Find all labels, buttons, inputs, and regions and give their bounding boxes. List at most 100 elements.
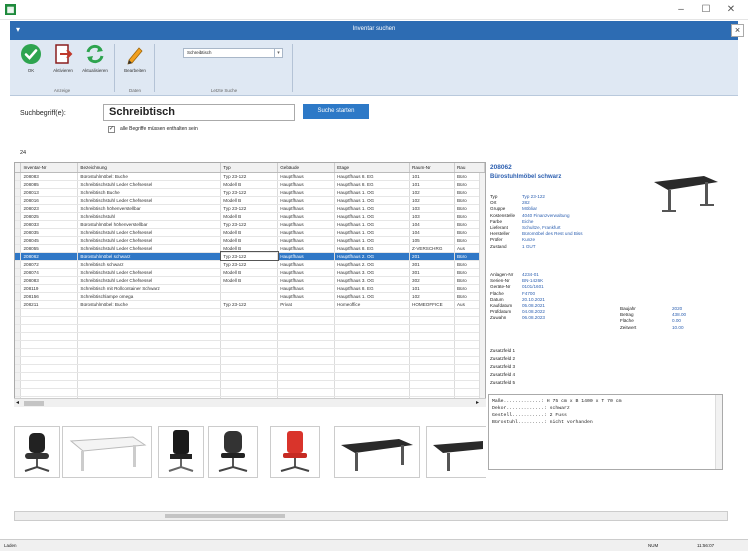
table-cell[interactable]: 208045 xyxy=(20,236,79,245)
table-cell[interactable] xyxy=(20,308,79,317)
table-cell[interactable]: Hauptfhaus 3. OG xyxy=(334,276,411,285)
minimize-button[interactable]: – xyxy=(672,2,690,18)
table-cell[interactable]: Typ 23-122 xyxy=(219,251,279,261)
table-cell[interactable] xyxy=(20,364,79,373)
table-cell[interactable]: 105 xyxy=(409,236,455,245)
table-cell[interactable] xyxy=(220,284,279,293)
table-cell[interactable] xyxy=(409,380,455,389)
table-cell[interactable]: 302 xyxy=(409,276,455,285)
table-cell[interactable] xyxy=(334,316,411,325)
activate-button[interactable]: Aktivieren xyxy=(48,43,78,83)
table-cell[interactable]: Typ 23-122 xyxy=(220,204,279,213)
table-cell[interactable]: Schreibtischstuhl Leder Chefsessel xyxy=(77,236,222,245)
table-cell[interactable]: Hauptfhaus xyxy=(277,244,336,253)
table-cell[interactable] xyxy=(277,308,336,317)
table-row-empty[interactable] xyxy=(15,340,485,349)
column-header[interactable]: Bezeichnung xyxy=(77,163,222,173)
table-cell[interactable]: 208083 xyxy=(20,172,79,181)
table-cell[interactable]: Bürostuhlmöbel: Buche xyxy=(77,172,222,181)
table-row-empty[interactable] xyxy=(15,364,485,373)
table-cell[interactable]: Hauptfhaus xyxy=(277,212,336,221)
table-cell[interactable]: 208023 xyxy=(20,204,79,213)
column-header[interactable]: Inventar-Nr xyxy=(20,163,79,173)
table-cell[interactable] xyxy=(20,316,79,325)
table-cell[interactable] xyxy=(20,348,79,357)
edit-button[interactable]: Bearbeiten xyxy=(120,43,150,83)
table-cell[interactable]: Hauptfhaus 3. OG xyxy=(334,268,411,277)
table-cell[interactable] xyxy=(220,380,279,389)
table-cell[interactable]: Schreibtischstuhl Leder Chefsessel xyxy=(77,244,222,253)
table-cell[interactable] xyxy=(409,324,455,333)
table-cell[interactable] xyxy=(20,388,79,397)
table-row[interactable]: 208055 Schreibtischstuhl Leder Chefsessel… xyxy=(15,244,485,253)
table-cell[interactable]: Modell B xyxy=(220,228,279,237)
table-cell[interactable] xyxy=(277,324,336,333)
refresh-button[interactable]: Aktualisieren xyxy=(80,43,110,83)
table-cell[interactable] xyxy=(277,316,336,325)
table-cell[interactable] xyxy=(220,316,279,325)
table-cell[interactable]: Bürostuhlmöbel höhenverstellbar xyxy=(77,220,222,229)
table-cell[interactable] xyxy=(77,340,222,349)
table-cell[interactable]: Typ 23-122 xyxy=(220,220,279,229)
thumbnail-executive-chair[interactable] xyxy=(158,426,204,478)
table-cell[interactable]: Hauptfhaus xyxy=(277,284,336,293)
search-input[interactable]: Schreibtisch xyxy=(103,104,295,121)
table-row[interactable]: 208074 Schreibtischstuhl Leder Chefsessel… xyxy=(15,268,485,277)
table-cell[interactable]: Schreibtisch schwarz xyxy=(77,260,222,269)
table-cell[interactable]: Hauptfhaus 1. OG xyxy=(334,204,411,213)
table-cell[interactable]: Schreibtischstuhl Leder Chefsessel xyxy=(77,228,222,237)
table-cell[interactable]: Hauptfhaus xyxy=(277,196,336,205)
table-cell[interactable]: Schreibtisch mit Rollcontainer Schwarz xyxy=(77,284,222,293)
table-cell[interactable] xyxy=(334,356,411,365)
chevron-down-icon[interactable]: ▾ xyxy=(274,49,282,57)
table-row[interactable]: 208085 Schreibtischstuhl Leder Chefsessel… xyxy=(15,180,485,189)
table-cell[interactable]: 208156 xyxy=(20,292,79,301)
table-cell[interactable] xyxy=(409,316,455,325)
table-cell[interactable] xyxy=(334,372,411,381)
table-cell[interactable]: 103 xyxy=(409,204,455,213)
dialog-close-button[interactable]: × xyxy=(731,24,744,37)
table-row-empty[interactable] xyxy=(15,308,485,317)
table-cell[interactable]: Typ 23-122 xyxy=(220,260,279,269)
table-cell[interactable] xyxy=(409,340,455,349)
table-cell[interactable]: Hauptfhaus xyxy=(277,180,336,189)
table-cell[interactable]: Hauptfhaus xyxy=(277,188,336,197)
table-cell[interactable]: 208016 xyxy=(20,196,79,205)
thumbnail-office-chair[interactable] xyxy=(14,426,60,478)
table-row-empty[interactable] xyxy=(15,348,485,357)
table-cell[interactable] xyxy=(409,308,455,317)
table-cell[interactable] xyxy=(409,364,455,373)
results-table[interactable]: Inventar-Nr Bezeichnung Typ Gebäude Etage Rau… xyxy=(14,162,486,407)
table-vertical-scrollbar[interactable] xyxy=(479,173,485,398)
table-cell[interactable]: Bürostuhlmöbel: Buche xyxy=(77,300,222,309)
table-cell[interactable]: 208035 xyxy=(20,228,79,237)
table-cell[interactable]: 201 xyxy=(409,252,455,261)
search-start-button[interactable]: Suche starten xyxy=(303,104,369,119)
table-cell[interactable] xyxy=(220,372,279,381)
table-cell[interactable] xyxy=(77,372,222,381)
table-cell[interactable]: Modell B xyxy=(220,196,279,205)
column-header[interactable]: Etage xyxy=(334,163,411,173)
table-row[interactable]: 208023 Schreibtisch höhenverstellbar Typ 2… xyxy=(15,204,485,213)
table-cell[interactable]: 208072 xyxy=(20,260,79,269)
table-cell[interactable]: Hauptfhaus 8. EG xyxy=(334,180,411,189)
ok-button[interactable]: OK xyxy=(16,43,46,83)
table-cell[interactable] xyxy=(20,356,79,365)
table-cell[interactable]: Hauptfhaus 1. OG xyxy=(334,236,411,245)
table-cell[interactable]: 208074 xyxy=(20,268,79,277)
table-cell[interactable]: 208119 xyxy=(20,284,79,293)
table-cell[interactable]: Hauptfhaus 8. EG xyxy=(334,172,411,181)
table-cell[interactable]: Hauptfhaus 2. OG xyxy=(334,260,411,269)
table-cell[interactable]: 103 xyxy=(409,212,455,221)
table-cell[interactable]: 208013 xyxy=(20,188,79,197)
table-row[interactable]: 208119 Schreibtisch mit Rollcontainer Sch… xyxy=(15,284,485,293)
table-cell[interactable]: 208083 xyxy=(20,276,79,285)
all-terms-checkbox[interactable]: ✓ xyxy=(108,126,115,133)
table-cell[interactable] xyxy=(220,340,279,349)
thumbnail-black-desk-side[interactable] xyxy=(426,426,486,478)
table-cell[interactable] xyxy=(277,380,336,389)
table-cell[interactable] xyxy=(334,380,411,389)
table-cell[interactable]: Schreibtischstuhl Leder Chefsessel xyxy=(77,196,222,205)
table-cell[interactable] xyxy=(77,356,222,365)
thumbnail-red-chair[interactable] xyxy=(270,426,320,478)
